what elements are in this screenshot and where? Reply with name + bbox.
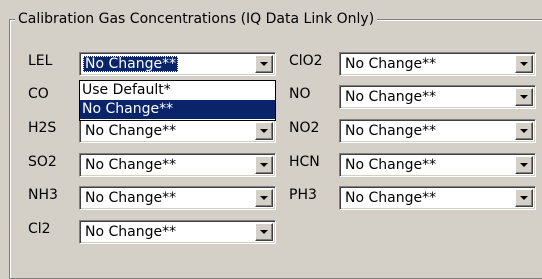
combo-lel[interactable]: No Change** xyxy=(79,52,276,76)
chevron-down-icon xyxy=(260,62,268,66)
dropdown-option-no-change[interactable]: No Change** xyxy=(80,100,275,119)
gas-label-no: NO xyxy=(289,86,311,102)
combo-no-value: No Change** xyxy=(345,89,437,105)
combo-hcn-dropdown-button[interactable] xyxy=(515,156,533,174)
gas-label-co: CO xyxy=(28,86,49,102)
combo-no2-dropdown-button[interactable] xyxy=(515,122,533,140)
chevron-down-icon xyxy=(520,163,528,167)
combo-cl2-dropdown-button[interactable] xyxy=(255,223,273,241)
combo-clo2[interactable]: No Change** xyxy=(339,52,536,76)
chevron-down-icon xyxy=(520,196,528,200)
gas-label-ph3: PH3 xyxy=(289,187,317,203)
combo-ph3-dropdown-button[interactable] xyxy=(515,189,533,207)
combo-nh3-value: No Change** xyxy=(85,190,177,206)
gas-label-clo2: ClO2 xyxy=(289,53,323,69)
combo-h2s-dropdown-button[interactable] xyxy=(255,122,273,140)
combo-h2s[interactable]: No Change** xyxy=(79,119,276,143)
chevron-down-icon xyxy=(520,62,528,66)
combo-clo2-value: No Change** xyxy=(345,56,437,72)
combo-no-dropdown-button[interactable] xyxy=(515,88,533,106)
gas-label-nh3: NH3 xyxy=(28,187,58,203)
combo-h2s-value: No Change** xyxy=(85,123,177,139)
combo-lel-value: No Change** xyxy=(83,56,179,72)
chevron-down-icon xyxy=(260,163,268,167)
combo-hcn[interactable]: No Change** xyxy=(339,153,536,177)
combo-hcn-value: No Change** xyxy=(345,157,437,173)
gas-label-cl2: Cl2 xyxy=(28,221,51,237)
chevron-down-icon xyxy=(520,129,528,133)
gas-label-h2s: H2S xyxy=(28,120,57,136)
lel-dropdown-list: Use Default* No Change** xyxy=(79,80,276,121)
chevron-down-icon xyxy=(260,230,268,234)
combo-nh3-dropdown-button[interactable] xyxy=(255,189,273,207)
combo-no2[interactable]: No Change** xyxy=(339,119,536,143)
gas-label-hcn: HCN xyxy=(289,154,320,170)
combo-so2[interactable]: No Change** xyxy=(79,153,276,177)
combo-so2-dropdown-button[interactable] xyxy=(255,156,273,174)
gas-label-no2: NO2 xyxy=(289,120,320,136)
groupbox-title: Calibration Gas Concentrations (IQ Data … xyxy=(15,10,378,28)
combo-nh3[interactable]: No Change** xyxy=(79,186,276,210)
combo-so2-value: No Change** xyxy=(85,157,177,173)
combo-ph3-value: No Change** xyxy=(345,190,437,206)
dropdown-option-use-default[interactable]: Use Default* xyxy=(80,81,275,100)
combo-lel-dropdown-button[interactable] xyxy=(255,55,273,73)
gas-label-so2: SO2 xyxy=(28,154,57,170)
chevron-down-icon xyxy=(260,196,268,200)
combo-cl2-value: No Change** xyxy=(85,224,177,240)
combo-cl2[interactable]: No Change** xyxy=(79,220,276,244)
combo-ph3[interactable]: No Change** xyxy=(339,186,536,210)
combo-no[interactable]: No Change** xyxy=(339,85,536,109)
combo-no2-value: No Change** xyxy=(345,123,437,139)
combo-clo2-dropdown-button[interactable] xyxy=(515,55,533,73)
chevron-down-icon xyxy=(520,95,528,99)
chevron-down-icon xyxy=(260,129,268,133)
gas-label-lel: LEL xyxy=(28,53,53,69)
